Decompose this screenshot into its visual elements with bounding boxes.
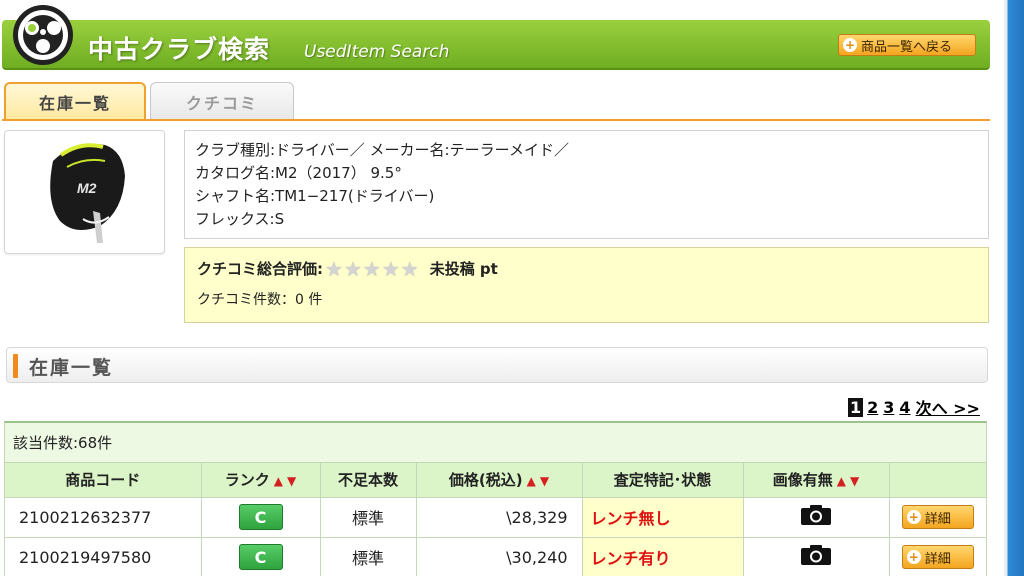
sort-asc-icon[interactable]: ▲ (274, 474, 283, 488)
col-header-shortage: 不足本数 (320, 463, 417, 498)
review-rating-value: 未投稿 pt (429, 260, 498, 278)
window-edge (1004, 0, 1024, 576)
page-link-3[interactable]: 3 (883, 398, 894, 417)
cell-rank: C (201, 537, 321, 576)
col-header-rank-label: ランク (224, 471, 270, 490)
product-image-label: M2 (77, 180, 97, 196)
next-page-link[interactable]: 次へ >> (916, 395, 980, 419)
sort-asc-icon[interactable]: ▲ (837, 474, 846, 488)
col-header-action (889, 463, 986, 498)
rank-badge: C (238, 544, 283, 570)
cell-action: + 詳細 (889, 497, 986, 538)
detail-button-label: 詳細 (924, 551, 951, 567)
section-heading: 在庫一覧 (6, 347, 988, 383)
detail-button-label: 詳細 (924, 511, 951, 527)
info-shaft-name: シャフト名:TM1−217(ドライバー) (195, 187, 435, 205)
detail-button[interactable]: + 詳細 (901, 505, 974, 529)
cell-price: \28,329 (416, 497, 583, 538)
page: 中古クラブ検索 UsedItem Search + 商品一覧へ戻る 在庫一覧 ク… (0, 0, 1000, 576)
back-to-list-button[interactable]: + 商品一覧へ戻る (838, 34, 976, 56)
star-icon: ★ (325, 256, 343, 281)
info-flex: フレックス:S (195, 210, 285, 228)
page-subtitle: UsedItem Search (304, 42, 450, 62)
product-info: クラブ種別:ドライバー／ メーカー名:テーラーメイド／ カタログ名:M2（201… (184, 130, 989, 239)
table-row: 2100212632377 C 標準 \28,329 レンチ無し + 詳細 (5, 497, 986, 538)
tab-underline (2, 119, 990, 121)
product-image: M2 (4, 130, 165, 254)
review-summary: クチコミ総合評価: ★ ★ ★ ★ ★ 未投稿 pt クチコミ件数：0 件 (184, 247, 989, 323)
col-header-price-label: 価格(税込) (448, 471, 523, 490)
cell-condition: レンチ有り (582, 537, 744, 576)
star-icon: ★ (400, 256, 419, 281)
star-icon: ★ (362, 256, 381, 281)
sort-desc-icon[interactable]: ▼ (287, 474, 296, 488)
info-club-type-maker: クラブ種別:ドライバー／ メーカー名:テーラーメイド／ (195, 141, 569, 159)
camera-icon[interactable] (800, 504, 832, 526)
star-rating: ★ ★ ★ ★ ★ (325, 259, 420, 279)
rank-badge: C (238, 504, 283, 530)
col-header-price: 価格(税込) ▲ ▼ (416, 463, 583, 498)
cell-condition: レンチ無し (582, 497, 744, 538)
page-current: 1 (848, 397, 864, 417)
tab-stock-list[interactable]: 在庫一覧 (4, 82, 146, 120)
page-title: 中古クラブ検索 (88, 35, 271, 64)
cell-shortage: 標準 (320, 497, 417, 538)
sort-asc-icon[interactable]: ▲ (527, 474, 536, 488)
col-header-image: 画像有無 ▲ ▼ (743, 463, 890, 498)
tab-reviews[interactable]: クチコミ (150, 82, 294, 120)
col-header-condition: 査定特記･状態 (582, 463, 744, 498)
cell-image (743, 497, 890, 538)
back-to-list-label: 商品一覧へ戻る (861, 39, 953, 55)
golf-driver-image-icon: M2 (50, 143, 125, 243)
review-count: クチコミ件数：0 件 (197, 292, 323, 308)
detail-button[interactable]: + 詳細 (901, 545, 974, 569)
cell-shortage: 標準 (320, 537, 417, 576)
page-link-2[interactable]: 2 (867, 398, 878, 417)
table-header-row: 商品コード ランク ▲ ▼ 不足本数 価格(税込) ▲ ▼ 査定特記･状態 画像有無 ▲ ▼ (5, 463, 986, 498)
info-catalog-name: カタログ名:M2（2017） 9.5° (195, 164, 402, 182)
star-icon: ★ (343, 256, 362, 281)
col-header-rank: ランク ▲ ▼ (201, 463, 321, 498)
cell-price: \30,240 (416, 537, 583, 576)
header-bar: 中古クラブ検索 UsedItem Search + 商品一覧へ戻る (2, 20, 990, 70)
section-title: 在庫一覧 (29, 357, 114, 379)
cell-image (743, 537, 890, 576)
plus-icon: + (843, 38, 857, 52)
cell-code: 2100219497580 (5, 537, 202, 576)
plus-icon: + (906, 550, 921, 564)
page-link-4[interactable]: 4 (899, 398, 910, 417)
cell-action: + 詳細 (889, 537, 986, 576)
plus-icon: + (906, 510, 921, 524)
section-accent-bar (13, 354, 18, 378)
camera-icon[interactable] (800, 544, 832, 566)
sort-desc-icon[interactable]: ▼ (850, 474, 859, 488)
cell-code: 2100212632377 (5, 497, 202, 538)
col-header-code: 商品コード (5, 463, 202, 498)
table-row: 2100219497580 C 標準 \30,240 レンチ有り + 詳細 (5, 537, 986, 576)
results-table: 該当件数:68件 商品コード ランク ▲ ▼ 不足本数 価格(税込) ▲ ▼ 査定特記･… (4, 421, 987, 576)
col-header-image-label: 画像有無 (772, 471, 833, 490)
cell-rank: C (201, 497, 321, 538)
review-rating-label: クチコミ総合評価: (197, 260, 323, 278)
pagination: 1 2 3 4 次へ >> (848, 395, 985, 419)
result-count: 該当件数:68件 (5, 423, 986, 463)
star-icon: ★ (381, 256, 400, 281)
sort-desc-icon[interactable]: ▼ (540, 474, 549, 488)
film-reel-logo-icon (13, 5, 73, 65)
